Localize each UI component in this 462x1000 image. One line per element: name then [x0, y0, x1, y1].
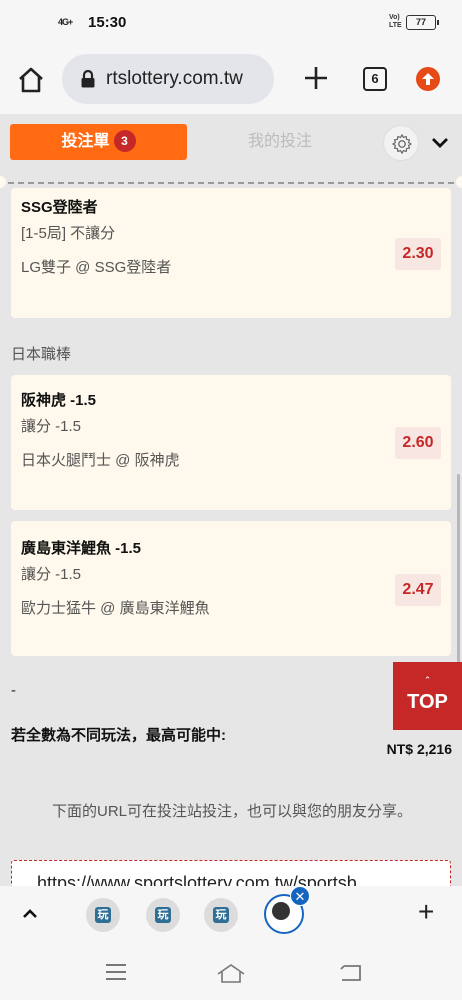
tab-switcher-button[interactable]: 6 [363, 67, 387, 91]
bet-selection: 阪神虎 -1.5 [21, 392, 97, 409]
volte-icon: Vo) LTE [389, 14, 402, 30]
plus-icon [305, 67, 327, 89]
close-tab-button[interactable]: ✕ [290, 886, 310, 906]
tab-bet-slip-label: 投注單 [61, 133, 110, 150]
volte-label-bottom: LTE [389, 22, 402, 29]
bet-odds: 2.60 [395, 427, 441, 459]
share-instructions: 下面的URL可在投注站投注，也可以與您的朋友分享。 [51, 803, 412, 820]
group-tab[interactable]: 玩 [204, 898, 238, 932]
site-favicon-icon: 玩 [213, 907, 229, 923]
add-tab-button[interactable]: + [418, 898, 434, 926]
divider-notch-right [456, 176, 462, 188]
update-button[interactable] [416, 67, 440, 91]
scroll-top-button[interactable]: ⌃ TOP [393, 662, 462, 730]
bet-card[interactable]: 阪神虎 -1.5 讓分 -1.5 日本火腿鬥士 @ 阪神虎 2.60 [11, 375, 451, 510]
bet-match: 日本火腿鬥士 @ 阪神虎 [21, 452, 180, 469]
status-time: 15:30 [88, 14, 127, 31]
bet-selection: SSG登陸者 [21, 199, 98, 216]
ticket-divider [0, 176, 462, 188]
site-favicon-icon: 玩 [95, 907, 111, 923]
stake-placeholder: - [11, 682, 16, 699]
bet-market: [1-5局] 不讓分 [21, 225, 116, 242]
bet-slip-content: 投注單 3 我的投注 SSG登陸者 [1-5局] 不讓分 LG雙子 @ SSG登陸… [0, 114, 462, 886]
scroll-top-label: TOP [407, 691, 448, 713]
tab-my-bets[interactable]: 我的投注 [215, 124, 345, 160]
address-bar[interactable]: rtslottery.com.tw [62, 54, 274, 104]
max-win-amount: NT$ 2,216 [386, 741, 452, 757]
recent-apps-icon[interactable] [104, 962, 128, 982]
divider-line [8, 182, 454, 184]
settings-button[interactable] [383, 125, 419, 161]
caret-up-icon: ⌃ [423, 675, 432, 685]
site-favicon-icon: 玩 [155, 907, 171, 923]
home-nav-icon[interactable] [216, 962, 246, 984]
bet-market: 讓分 -1.5 [21, 418, 82, 435]
globe-icon [272, 902, 290, 920]
status-bar: 4G+ 15:30 Vo) LTE 77 [0, 0, 462, 48]
expand-tab-group-button[interactable] [20, 904, 40, 924]
system-nav-bar [0, 946, 462, 1000]
back-nav-icon[interactable] [338, 962, 364, 984]
slip-tabs: 投注單 3 我的投注 [0, 124, 462, 170]
tab-bet-slip[interactable]: 投注單 3 [10, 124, 187, 160]
gear-icon [392, 134, 412, 154]
share-url-box[interactable]: https://www.sportslottery.com.tw/sportsb [11, 860, 451, 886]
max-win-label: 若全數為不同玩法，最高可能中: [11, 727, 226, 744]
chevron-up-icon [23, 909, 37, 918]
share-url-text[interactable]: https://www.sportslottery.com.tw/sportsb [37, 873, 437, 886]
bet-odds: 2.30 [395, 238, 441, 270]
group-tab[interactable]: 玩 [146, 898, 180, 932]
divider-notch-left [0, 176, 6, 188]
volte-label-top: Vo) [389, 14, 400, 21]
tab-group-toolbar: 玩 玩 玩 ✕ + [0, 886, 462, 946]
bet-count-badge: 3 [113, 130, 136, 152]
browser-toolbar: rtslottery.com.tw 6 [0, 48, 462, 114]
group-tab-active[interactable]: ✕ [264, 886, 310, 934]
signal-icon: 4G+ [58, 17, 73, 27]
new-tab-button[interactable] [302, 65, 330, 97]
bet-market: 讓分 -1.5 [21, 566, 82, 583]
bet-card[interactable]: 廣島東洋鯉魚 -1.5 讓分 -1.5 歐力士猛牛 @ 廣島東洋鯉魚 2.47 [11, 521, 451, 656]
bet-match: LG雙子 @ SSG登陸者 [21, 259, 172, 276]
bet-selection: 廣島東洋鯉魚 -1.5 [21, 540, 142, 557]
bet-odds: 2.47 [395, 574, 441, 606]
battery-icon: 77 [406, 15, 439, 30]
chevron-down-icon [432, 138, 448, 148]
lock-icon [81, 70, 95, 88]
arrow-up-icon [422, 73, 434, 85]
url-text: rtslottery.com.tw [106, 68, 243, 89]
bet-match: 歐力士猛牛 @ 廣島東洋鯉魚 [21, 600, 210, 617]
home-button[interactable] [17, 66, 45, 94]
group-tab[interactable]: 玩 [86, 898, 120, 932]
bet-card[interactable]: SSG登陸者 [1-5局] 不讓分 LG雙子 @ SSG登陸者 2.30 [11, 188, 451, 318]
home-icon [19, 67, 43, 93]
league-heading: 日本職棒 [11, 346, 72, 363]
collapse-button[interactable] [430, 133, 452, 151]
